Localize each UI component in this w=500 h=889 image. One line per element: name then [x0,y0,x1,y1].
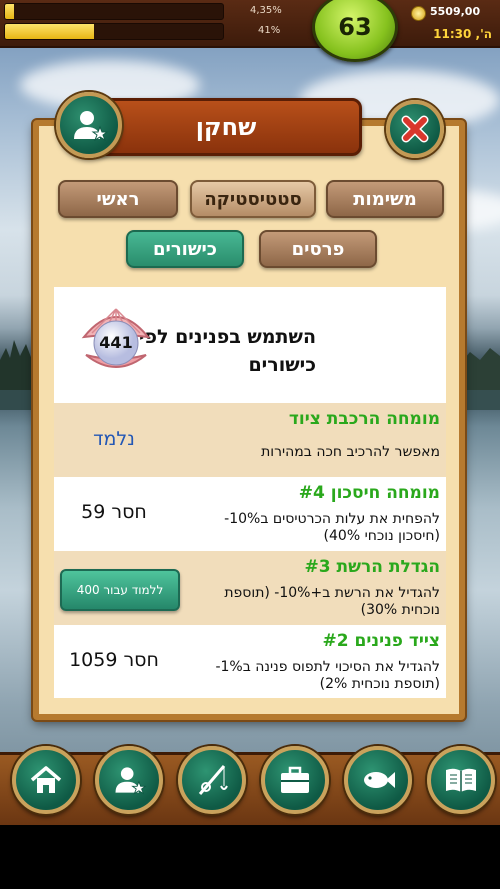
tab-statistics[interactable]: סטטיסטיקה [190,180,316,218]
tab-tasks[interactable]: משימות [326,180,444,218]
briefcase-icon [281,766,309,793]
skill-status-learned: נלמד [93,428,135,450]
skill-description: להפחית את עלות הכרטיסים ב10%- (חיסכון נו… [224,511,440,544]
tab-skills[interactable]: כישורים [126,230,244,268]
book-button[interactable] [427,746,495,814]
skills-list: השתמש בפנינים לפיתוח כישורים 441 מומחה ה… [54,287,446,698]
skill-row: צייד פנינים #2 להגדיל את הסיכוי לתפוס פנ… [54,625,446,698]
player-icon [74,111,109,142]
close-button[interactable] [386,100,444,158]
fish-button[interactable] [344,746,412,814]
pearl-shell-icon: 441 [80,303,152,379]
pearl-count: 441 [99,333,133,352]
player-avatar-button[interactable] [56,92,122,158]
fish-icon [364,772,395,788]
skill-title: מומחה חיסכון #4 [298,483,440,503]
book-icon [446,768,476,792]
xp-progress-bar [4,3,224,20]
skill-title: מומחה הרכבת ציוד [288,409,440,429]
tab-rewards[interactable]: פרסים [259,230,377,268]
energy-percent: 41% [258,25,281,36]
fishing-button[interactable] [178,746,246,814]
game-time: ה', 11:30 [433,27,492,41]
skill-title: הגדלת הרשת #3 [304,557,441,577]
money-amount: 5509,00 [430,5,481,18]
energy-progress-bar [4,23,224,40]
skill-row: הגדלת הרשת #3 להגדיל את הרשת ב+10%- (תוס… [54,551,446,625]
player-icon [115,767,147,795]
home-icon [30,766,62,793]
skill-description: להגדיל את הרשת ב+10%- (תוספת נוכחית 30%) [224,585,440,618]
tab-main[interactable]: ראשי [58,180,178,218]
skill-row: מומחה הרכבת ציוד מאפשר להרכיב חכה במהירו… [54,403,446,477]
close-icon [401,115,429,143]
home-button[interactable] [12,746,80,814]
skill-description: להגדיל את הסיכוי לתפוס פנינה ב1%- (תוספת… [215,659,440,692]
fishing-rod-icon [198,765,228,795]
skill-status-missing: חסר 1059 [69,649,159,671]
skill-status-missing: חסר 59 [81,501,147,523]
pearl-info-row: השתמש בפנינים לפיתוח כישורים 441 [54,287,446,403]
skill-title: צייד פנינים #2 [322,631,440,651]
skill-description: מאפשר להרכיב חכה במהירות [261,444,440,460]
dialog-title: שחקן [90,98,362,156]
status-bar: 4,35% 41% 5509,00 ה', 11:30 [0,0,500,48]
coin-icon [411,6,426,21]
learn-skill-button[interactable]: ללמוד עבור 400 [60,569,180,611]
xp-percent: 4,35% [250,5,282,16]
skill-row: מומחה חיסכון #4 להפחית את עלות הכרטיסים … [54,477,446,551]
player-button[interactable] [95,746,163,814]
inventory-button[interactable] [261,746,329,814]
